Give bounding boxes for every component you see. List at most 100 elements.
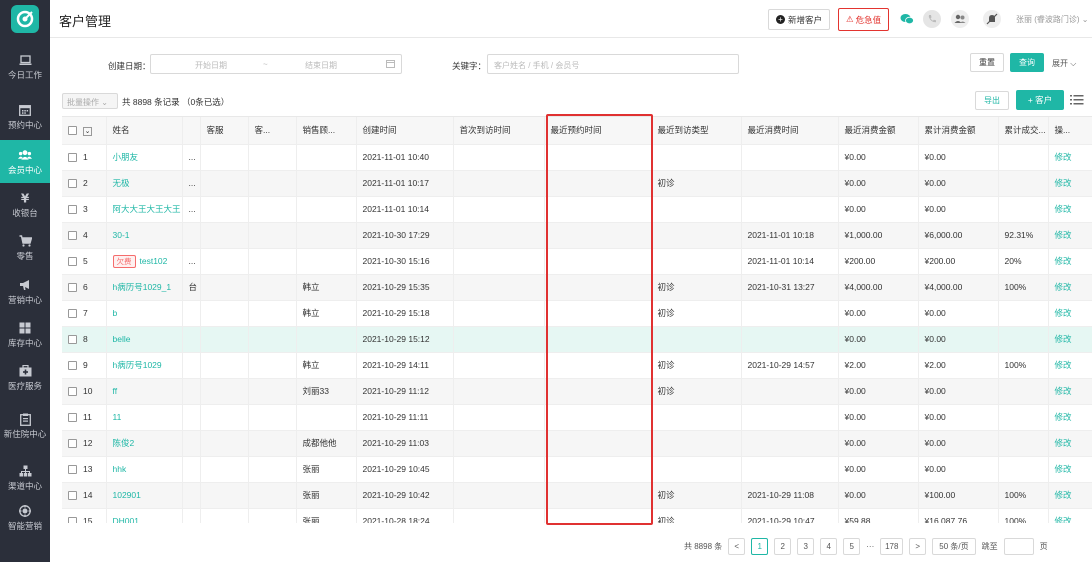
row-checkbox[interactable] bbox=[68, 257, 77, 267]
row-select-cell[interactable]: 8 bbox=[62, 326, 107, 353]
jump-page-input[interactable] bbox=[1003, 537, 1034, 555]
table-row[interactable]: 10 ff 刘丽33 2021-10-29 11:12 初诊 ¥0.00 ¥0.00 修改 bbox=[62, 378, 1092, 405]
table-row[interactable]: 15 DH001 张丽 2021-10-28 18:24 初诊 2021-10-29 10… bbox=[62, 508, 1092, 523]
page-button-4[interactable]: 4 bbox=[820, 537, 838, 555]
keyword-input[interactable]: 客户姓名 / 手机 / 会员号 bbox=[487, 54, 739, 74]
column-header-4[interactable]: 客... bbox=[248, 117, 297, 145]
table-row[interactable]: 5 欠费 test102... 2021-10-30 15:16 2021-11-01 … bbox=[62, 248, 1092, 275]
table-row[interactable]: 11 11 2021-10-29 11:11 ¥0.00 ¥0.00 修改 bbox=[62, 404, 1092, 431]
customer-name-cell[interactable]: h病历号1029 bbox=[106, 352, 183, 379]
phone-icon[interactable] bbox=[923, 10, 941, 28]
row-select-cell[interactable]: 6 bbox=[62, 274, 107, 301]
customer-name-link[interactable]: 30-1 bbox=[113, 230, 130, 240]
column-header-2[interactable] bbox=[182, 117, 201, 145]
edit-link[interactable]: 修改 bbox=[1048, 326, 1092, 353]
row-select-cell[interactable]: 11 bbox=[62, 404, 107, 431]
edit-link[interactable]: 修改 bbox=[1048, 482, 1092, 509]
column-header-6[interactable]: 创建时间 bbox=[356, 117, 454, 145]
new-customer-button[interactable]: + 客户 bbox=[1016, 90, 1064, 110]
row-checkbox[interactable] bbox=[68, 517, 77, 523]
row-select-cell[interactable]: 13 bbox=[62, 456, 107, 483]
pagination-ellipsis[interactable]: ··· bbox=[866, 542, 874, 551]
edit-link[interactable]: 修改 bbox=[1048, 430, 1092, 457]
row-checkbox[interactable] bbox=[68, 179, 77, 189]
row-select-cell[interactable]: 12 bbox=[62, 430, 107, 457]
checkbox-dropdown-icon[interactable]: ⌄ bbox=[83, 126, 92, 136]
row-checkbox[interactable] bbox=[68, 387, 77, 397]
edit-link[interactable]: 修改 bbox=[1048, 508, 1092, 523]
sidebar-item-2[interactable]: 会员中心 bbox=[0, 140, 50, 183]
edit-link[interactable]: 修改 bbox=[1048, 300, 1092, 327]
row-select-cell[interactable]: 10 bbox=[62, 378, 107, 405]
sidebar-item-7[interactable]: 医疗服务 bbox=[0, 356, 50, 399]
page-button-2[interactable]: 2 bbox=[774, 537, 792, 555]
sidebar-item-10[interactable]: 智能营销 bbox=[0, 496, 50, 539]
row-select-cell[interactable]: 15 bbox=[62, 508, 107, 523]
edit-link[interactable]: 修改 bbox=[1048, 248, 1092, 275]
column-header-12[interactable]: 累计消费金额 bbox=[918, 117, 999, 145]
edit-link[interactable]: 修改 bbox=[1048, 378, 1092, 405]
edit-link[interactable]: 修改 bbox=[1048, 222, 1092, 249]
column-header-1[interactable]: 姓名 bbox=[106, 117, 183, 145]
date-range-picker[interactable]: 开始日期 ~ 结束日期 bbox=[150, 54, 402, 74]
row-checkbox[interactable] bbox=[68, 309, 77, 319]
row-select-cell[interactable]: 4 bbox=[62, 222, 107, 249]
customer-name-link[interactable]: 102901 bbox=[113, 490, 141, 500]
row-checkbox[interactable] bbox=[68, 491, 77, 501]
customer-name-cell[interactable]: 无极 bbox=[106, 170, 183, 197]
column-header-5[interactable]: 销售顾... bbox=[296, 117, 357, 145]
column-header-10[interactable]: 最近消费时间 bbox=[741, 117, 839, 145]
table-row[interactable]: 9 h病历号1029 韩立 2021-10-29 14:11 初诊 2021-10-29 … bbox=[62, 352, 1092, 379]
customer-name-link[interactable]: 小朋友 bbox=[113, 152, 139, 162]
customer-name-cell[interactable]: 陈俊2 bbox=[106, 430, 183, 457]
customer-name-link[interactable]: h病历号1029 bbox=[113, 360, 162, 370]
column-header-8[interactable]: 最近预约时间 bbox=[544, 117, 652, 145]
customer-name-link[interactable]: 11 bbox=[113, 412, 122, 422]
customer-name-cell[interactable]: 30-1 bbox=[106, 222, 183, 249]
row-select-cell[interactable]: 9 bbox=[62, 352, 107, 379]
edit-link[interactable]: 修改 bbox=[1048, 404, 1092, 431]
table-row[interactable]: 7 b 韩立 2021-10-29 15:18 初诊 ¥0.00 ¥0.00 修改 bbox=[62, 300, 1092, 327]
table-row[interactable]: 3 阿大大王大王大王... 2021-11-01 10:14 ¥0.00 ¥0.00 修改 bbox=[62, 196, 1092, 223]
customer-name-link[interactable]: 无极 bbox=[113, 178, 130, 188]
expand-filter-link[interactable]: 展开 ⌵ bbox=[1052, 58, 1076, 69]
customer-name-cell[interactable]: hhk bbox=[106, 456, 183, 483]
customer-name-link[interactable]: belle bbox=[113, 334, 131, 344]
column-header-13[interactable]: 累计成交... bbox=[998, 117, 1049, 145]
customer-name-cell[interactable]: 欠费 test102 bbox=[106, 248, 183, 275]
select-all-checkbox[interactable] bbox=[68, 126, 77, 135]
query-button[interactable]: 查询 bbox=[1010, 53, 1044, 72]
customer-name-cell[interactable]: b bbox=[106, 300, 183, 327]
column-header-7[interactable]: 首次到访时间 bbox=[453, 117, 545, 145]
edit-link[interactable]: 修改 bbox=[1048, 352, 1092, 379]
row-select-cell[interactable]: 2 bbox=[62, 170, 107, 197]
customer-name-link[interactable]: hhk bbox=[113, 464, 127, 474]
page-button-5[interactable]: 5 bbox=[843, 537, 861, 555]
batch-operation-select[interactable]: 批量操作 ⌄ bbox=[62, 93, 118, 109]
customer-name-cell[interactable]: DH001 bbox=[106, 508, 183, 523]
customer-name-link[interactable]: DH001 bbox=[113, 516, 139, 523]
customer-name-cell[interactable]: 11 bbox=[106, 404, 183, 431]
page-size-select[interactable]: 50 条/页 bbox=[932, 537, 976, 555]
row-select-cell[interactable]: 3 bbox=[62, 196, 107, 223]
row-checkbox[interactable] bbox=[68, 361, 77, 371]
customer-name-cell[interactable]: 小朋友 bbox=[106, 144, 183, 171]
sidebar-item-5[interactable]: 营销中心 bbox=[0, 270, 50, 313]
row-select-cell[interactable]: 14 bbox=[62, 482, 107, 509]
export-button[interactable]: 导出 bbox=[975, 91, 1009, 110]
sidebar-item-4[interactable]: 零售 bbox=[0, 226, 50, 269]
next-page-button[interactable]: > bbox=[909, 537, 927, 555]
edit-link[interactable]: 修改 bbox=[1048, 144, 1092, 171]
reset-button[interactable]: 重置 bbox=[970, 53, 1004, 72]
edit-link[interactable]: 修改 bbox=[1048, 274, 1092, 301]
column-settings-icon[interactable] bbox=[1070, 93, 1084, 107]
customer-name-cell[interactable]: 阿大大王大王大王 bbox=[106, 196, 183, 223]
row-select-cell[interactable]: 5 bbox=[62, 248, 107, 275]
team-icon[interactable] bbox=[951, 10, 969, 28]
edit-link[interactable]: 修改 bbox=[1048, 170, 1092, 197]
sidebar-item-0[interactable]: 今日工作 bbox=[0, 45, 50, 88]
customer-name-link[interactable]: b bbox=[113, 308, 118, 318]
customer-name-link[interactable]: 阿大大王大王大王 bbox=[113, 204, 181, 214]
column-header-14[interactable]: 操... bbox=[1048, 117, 1092, 145]
customer-name-link[interactable]: 陈俊2 bbox=[113, 438, 135, 448]
